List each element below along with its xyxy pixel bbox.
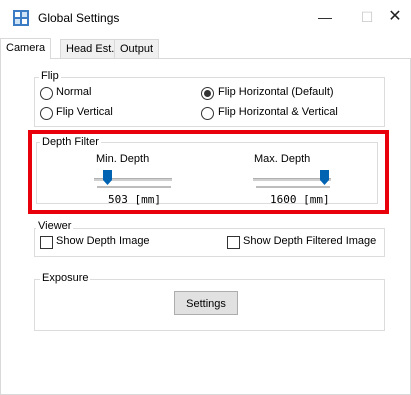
tab-strip: Camera Head Est. Output <box>0 38 411 59</box>
min-depth-label: Min. Depth <box>96 153 150 165</box>
min-depth-value: 503 [mm] <box>108 193 161 206</box>
min-depth-tickbar <box>97 186 171 188</box>
max-depth-slider-thumb[interactable] <box>320 170 329 185</box>
title-bar: Global Settings — ☐ ✕ <box>0 0 411 36</box>
radio-flip-horizontal[interactable] <box>201 87 214 100</box>
show-depth-image-label: Show Depth Image <box>56 235 150 247</box>
radio-normal[interactable] <box>40 87 53 100</box>
app-icon <box>13 10 29 26</box>
radio-flip-vertical[interactable] <box>40 107 53 120</box>
exposure-group-label: Exposure <box>40 272 91 284</box>
tab-camera[interactable]: Camera <box>0 38 52 59</box>
show-depth-filtered-image-label: Show Depth Filtered Image <box>243 235 377 247</box>
radio-normal-label: Normal <box>56 86 92 98</box>
show-depth-image-checkbox[interactable] <box>40 236 53 249</box>
close-icon[interactable]: ✕ <box>382 5 408 29</box>
tab-head-est[interactable]: Head Est. <box>60 39 121 58</box>
min-depth-slider-thumb[interactable] <box>103 170 112 185</box>
radio-flip-horizontal-label: Flip Horizontal (Default) <box>218 86 334 98</box>
radio-flip-vertical-label: Flip Vertical <box>56 106 113 118</box>
viewer-group-label: Viewer <box>36 220 74 232</box>
radio-flip-horizontal-vertical[interactable] <box>201 107 214 120</box>
max-depth-label: Max. Depth <box>254 153 311 165</box>
depth-filter-label: Depth Filter <box>40 136 101 148</box>
max-depth-tickbar <box>256 186 330 188</box>
max-depth-value: 1600 [mm] <box>270 193 330 206</box>
radio-flip-horizontal-vertical-label: Flip Horizontal & Vertical <box>218 106 338 118</box>
flip-group-label: Flip <box>39 70 61 82</box>
tab-output[interactable]: Output <box>114 39 160 58</box>
maximize-icon[interactable]: ☐ <box>354 5 380 29</box>
show-depth-filtered-image-checkbox[interactable] <box>227 236 240 249</box>
exposure-settings-button[interactable]: Settings <box>174 291 238 315</box>
minimize-icon[interactable]: — <box>312 5 338 29</box>
window-title: Global Settings <box>38 11 120 25</box>
